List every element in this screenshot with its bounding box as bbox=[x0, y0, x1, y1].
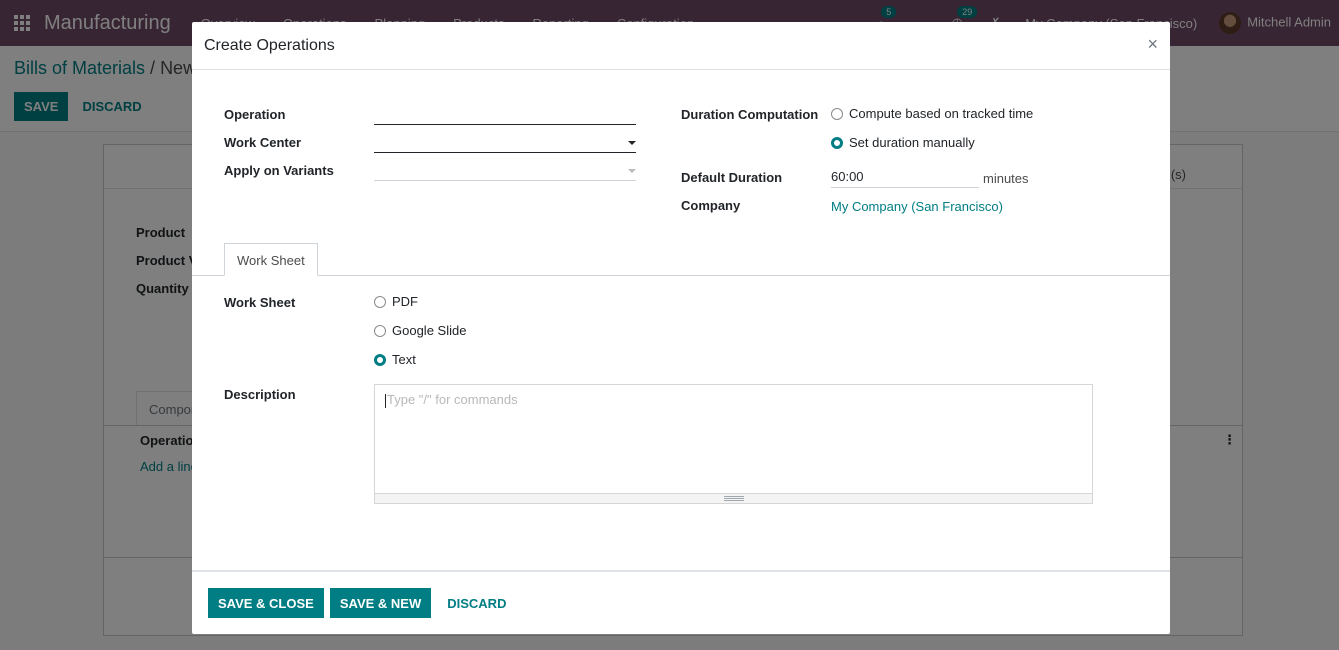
work-center-select[interactable] bbox=[374, 131, 636, 154]
radio-text[interactable]: Text bbox=[374, 352, 416, 367]
radio-unchecked-icon[interactable] bbox=[831, 107, 843, 120]
modal-title: Create Operations bbox=[204, 37, 335, 54]
default-duration-label: Default Duration bbox=[681, 170, 783, 185]
editor-resize-handle[interactable] bbox=[375, 493, 1092, 503]
company-link[interactable]: My Company (San Francisco) bbox=[831, 199, 1003, 214]
duration-unit: minutes bbox=[983, 171, 1029, 186]
grip-icon bbox=[723, 496, 744, 501]
create-operations-dialog: Create Operations × Operation Work Cente… bbox=[192, 22, 1170, 634]
discard-dialog-button[interactable]: DISCARD bbox=[437, 589, 516, 618]
apply-variants-label: Apply on Variants bbox=[224, 163, 334, 178]
radio-pdf[interactable]: PDF bbox=[374, 294, 418, 309]
radio-checked-icon[interactable] bbox=[831, 136, 843, 149]
modal-header: Create Operations × bbox=[192, 22, 1170, 70]
apply-variants-select[interactable] bbox=[374, 159, 636, 182]
modal-footer: SAVE & CLOSE SAVE & NEW DISCARD bbox=[192, 570, 1170, 634]
apply-variants-input[interactable] bbox=[374, 159, 636, 181]
save-new-button[interactable]: SAVE & NEW bbox=[329, 588, 432, 618]
radio-label: Compute based on tracked time bbox=[849, 106, 1034, 121]
radio-label: Text bbox=[392, 352, 416, 367]
description-input[interactable]: Type "/" for commands bbox=[375, 385, 1092, 493]
company-label: Company bbox=[681, 198, 741, 213]
radio-checked-icon[interactable] bbox=[374, 353, 386, 366]
text-cursor bbox=[385, 393, 386, 408]
work-center-input[interactable] bbox=[374, 131, 636, 153]
operation-input[interactable] bbox=[374, 103, 636, 125]
footer-buttons: SAVE & CLOSE SAVE & NEW DISCARD bbox=[208, 588, 516, 618]
duration-computation-label: Duration Computation bbox=[681, 107, 819, 122]
radio-label: PDF bbox=[392, 294, 418, 309]
save-close-button[interactable]: SAVE & CLOSE bbox=[208, 588, 324, 618]
operation-label: Operation bbox=[224, 107, 286, 122]
radio-unchecked-icon[interactable] bbox=[374, 295, 386, 308]
work-center-label: Work Center bbox=[224, 135, 302, 150]
radio-label: Set duration manually bbox=[849, 135, 975, 150]
radio-compute-tracked[interactable]: Compute based on tracked time bbox=[831, 106, 1033, 121]
radio-unchecked-icon[interactable] bbox=[374, 324, 386, 337]
description-editor[interactable]: Type "/" for commands bbox=[374, 384, 1093, 504]
close-icon[interactable]: × bbox=[1147, 34, 1158, 55]
description-label: Description bbox=[224, 387, 296, 402]
radio-label: Google Slide bbox=[392, 323, 467, 338]
default-duration-input[interactable] bbox=[831, 166, 979, 188]
chevron-down-icon[interactable] bbox=[628, 141, 636, 145]
radio-google-slide[interactable]: Google Slide bbox=[374, 323, 466, 338]
radio-set-manually[interactable]: Set duration manually bbox=[831, 135, 975, 150]
tab-work-sheet[interactable]: Work Sheet bbox=[224, 243, 318, 276]
description-placeholder: Type "/" for commands bbox=[387, 392, 518, 407]
chevron-down-icon[interactable] bbox=[628, 169, 636, 173]
tabs-bar bbox=[192, 275, 1170, 276]
work-sheet-label: Work Sheet bbox=[224, 295, 296, 310]
